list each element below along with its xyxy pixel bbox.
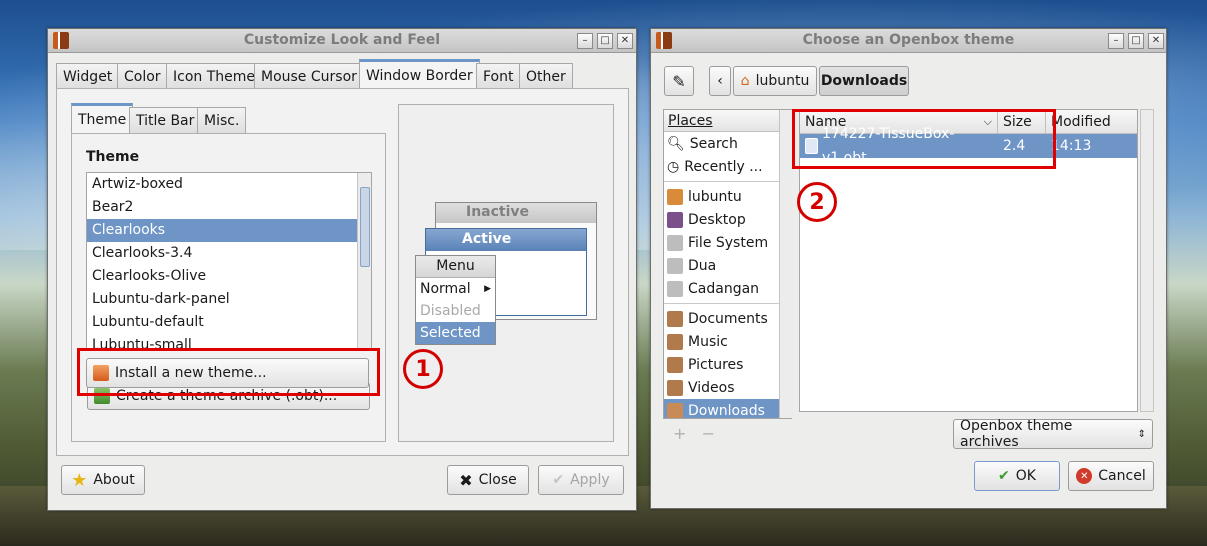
preview-menu: Menu Normal ▶ Disabled Selected: [415, 255, 496, 345]
title-bar: Choose an Openbox theme – □ ✕: [651, 29, 1166, 53]
highlight-file: [792, 109, 1056, 169]
choose-theme-dialog: Choose an Openbox theme – □ ✕ ✎ ‹ ⌂ lubu…: [650, 28, 1167, 509]
ok-button[interactable]: ✔ OK: [974, 461, 1060, 491]
tab-mouse-cursor[interactable]: Mouse Cursor: [254, 63, 364, 89]
about-button[interactable]: ★ About: [61, 465, 145, 495]
menu-normal: Normal ▶: [420, 281, 491, 297]
chevron-left-icon: ‹: [717, 73, 723, 89]
place-filesystem[interactable]: File System: [664, 231, 791, 254]
tab-other[interactable]: Other: [519, 63, 573, 89]
tab-font[interactable]: Font: [476, 63, 521, 89]
desktop-icon: [667, 211, 683, 228]
close-button[interactable]: ✖ Close: [447, 465, 529, 495]
search-icon: 🔍︎: [667, 135, 685, 152]
clock-icon: ◷: [667, 158, 680, 175]
check-icon: ✔: [552, 472, 565, 488]
list-item[interactable]: Clearlooks-Olive: [87, 265, 371, 288]
cancel-icon: ✕: [1076, 468, 1093, 484]
minimize-button[interactable]: –: [577, 33, 593, 49]
add-remove-bookmark[interactable]: + −: [673, 424, 715, 443]
theme-preview: Inactive Active Menu Normal ▶ Disabled Se…: [398, 104, 614, 442]
callout-2: 2: [797, 182, 837, 222]
place-documents[interactable]: Documents: [664, 307, 791, 330]
filter-select[interactable]: Openbox theme archives ⇕: [953, 418, 1153, 450]
menu-selected: Selected: [416, 322, 495, 344]
tab-icon-theme[interactable]: Icon Theme: [166, 63, 263, 89]
place-desktop[interactable]: Desktop: [664, 208, 791, 231]
places-header: Places: [664, 110, 791, 132]
active-label: Active: [462, 231, 512, 247]
close-window-button[interactable]: ✕: [1148, 33, 1164, 49]
dialog-title: Choose an Openbox theme: [802, 32, 1015, 48]
drive-icon: [667, 280, 683, 297]
subtab-misc[interactable]: Misc.: [197, 107, 247, 133]
drive-icon: [667, 257, 683, 274]
title-bar: Customize Look and Feel – □ ✕: [48, 29, 636, 53]
place-music[interactable]: Music: [664, 330, 791, 353]
folder-icon: [667, 356, 683, 373]
place-downloads[interactable]: Downloads: [664, 399, 791, 418]
drive-icon: [667, 234, 683, 251]
subtab-title-bar[interactable]: Title Bar: [129, 107, 202, 133]
theme-heading: Theme: [86, 149, 140, 165]
path-back-button[interactable]: ‹: [709, 66, 731, 96]
minimize-button[interactable]: –: [1108, 33, 1124, 49]
edit-location-button[interactable]: ✎: [664, 66, 694, 96]
list-item[interactable]: Artwiz-boxed: [87, 173, 371, 196]
path-lubuntu[interactable]: ⌂ lubuntu: [733, 66, 817, 96]
place-recent[interactable]: ◷ Recently ...: [664, 155, 791, 178]
menu-title: Menu: [416, 256, 495, 278]
place-lubuntu[interactable]: lubuntu: [664, 185, 791, 208]
theme-list[interactable]: Artwiz-boxed Bear2 Clearlooks Clearlooks…: [86, 172, 372, 350]
file-scrollbar[interactable]: [1140, 109, 1154, 412]
list-item[interactable]: Lubuntu-dark-panel: [87, 288, 371, 311]
scrollbar[interactable]: [357, 173, 371, 349]
list-item[interactable]: Clearlooks: [87, 219, 371, 242]
menu-disabled: Disabled: [420, 303, 481, 319]
list-item[interactable]: Clearlooks-3.4: [87, 242, 371, 265]
folder-icon: [667, 379, 683, 396]
star-icon: ★: [71, 469, 88, 491]
close-icon: ✖: [459, 470, 473, 490]
tab-color[interactable]: Color: [117, 63, 168, 89]
folder-icon: [667, 402, 683, 418]
cancel-button[interactable]: ✕ Cancel: [1068, 461, 1154, 491]
maximize-button[interactable]: □: [597, 33, 613, 49]
path-downloads[interactable]: Downloads: [819, 66, 909, 96]
place-search[interactable]: 🔍︎ Search: [664, 132, 791, 155]
callout-1: 1: [403, 349, 443, 389]
folder-icon: [667, 310, 683, 327]
list-item[interactable]: Lubuntu-default: [87, 311, 371, 334]
subtab-theme[interactable]: Theme: [71, 103, 134, 133]
pencil-icon: ✎: [672, 71, 686, 91]
maximize-button[interactable]: □: [1128, 33, 1144, 49]
check-icon: ✔: [998, 468, 1010, 484]
place-pictures[interactable]: Pictures: [664, 353, 791, 376]
places-list[interactable]: Places 🔍︎ Search ◷ Recently ... lubuntu De…: [663, 109, 792, 419]
inactive-label: Inactive: [466, 204, 530, 220]
window-title: Customize Look and Feel: [243, 32, 441, 48]
scrollbar-thumb[interactable]: [360, 187, 370, 267]
highlight-install: [77, 348, 380, 396]
folder-icon: [667, 333, 683, 350]
list-item[interactable]: Bear2: [87, 196, 371, 219]
updown-icon: ⇕: [1137, 428, 1146, 440]
tab-window-border[interactable]: Window Border: [359, 59, 480, 89]
home-icon: ⌂: [740, 73, 750, 89]
apply-button[interactable]: ✔ Apply: [538, 465, 624, 495]
places-scrollbar[interactable]: [779, 110, 793, 418]
window-border-panel: Theme Title Bar Misc. Theme Artwiz-boxed…: [56, 88, 629, 456]
close-window-button[interactable]: ✕: [617, 33, 633, 49]
home-icon: [667, 188, 683, 205]
place-videos[interactable]: Videos: [664, 376, 791, 399]
place-dua[interactable]: Dua: [664, 254, 791, 277]
place-cadangan[interactable]: Cadangan: [664, 277, 791, 300]
tab-widget[interactable]: Widget: [56, 63, 120, 89]
customize-look-and-feel-window: Customize Look and Feel – □ ✕ Widget Col…: [47, 28, 637, 511]
